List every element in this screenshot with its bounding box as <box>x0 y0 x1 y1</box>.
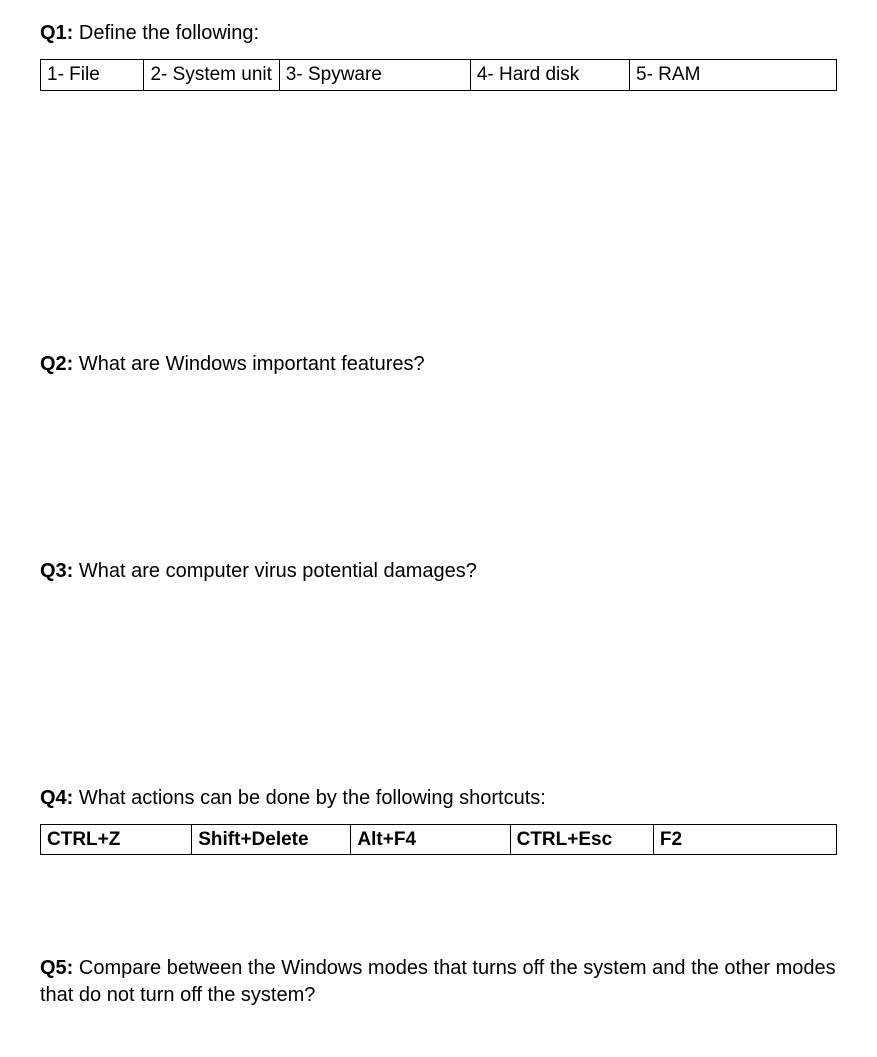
question-4: Q4: What actions can be done by the foll… <box>40 785 837 856</box>
shortcut-cell: Shift+Delete <box>192 824 351 855</box>
term-cell: 1- File <box>41 60 144 91</box>
question-5-prompt: Q5: Compare between the Windows modes th… <box>40 955 837 1009</box>
question-1-terms-table: 1- File 2- System unit 3- Spyware 4- Har… <box>40 59 837 91</box>
shortcut-cell: Alt+F4 <box>351 824 510 855</box>
question-5-text: Compare between the Windows modes that t… <box>40 957 836 1006</box>
term-cell: 2- System unit <box>144 60 279 91</box>
question-5: Q5: Compare between the Windows modes th… <box>40 955 837 1009</box>
question-4-shortcuts-table: CTRL+Z Shift+Delete Alt+F4 CTRL+Esc F2 <box>40 824 837 856</box>
question-3-text: What are computer virus potential damage… <box>73 560 477 582</box>
table-row: 1- File 2- System unit 3- Spyware 4- Har… <box>41 60 837 91</box>
question-5-label: Q5: <box>40 957 73 979</box>
term-cell: 3- Spyware <box>279 60 470 91</box>
question-3: Q3: What are computer virus potential da… <box>40 558 837 585</box>
shortcut-cell: CTRL+Esc <box>510 824 653 855</box>
question-3-label: Q3: <box>40 560 73 582</box>
question-1-prompt: Q1: Define the following: <box>40 20 837 47</box>
question-2-prompt: Q2: What are Windows important features? <box>40 351 837 378</box>
question-4-prompt: Q4: What actions can be done by the foll… <box>40 785 837 812</box>
table-row: CTRL+Z Shift+Delete Alt+F4 CTRL+Esc F2 <box>41 824 837 855</box>
question-3-prompt: Q3: What are computer virus potential da… <box>40 558 837 585</box>
shortcut-cell: F2 <box>653 824 836 855</box>
question-2: Q2: What are Windows important features? <box>40 351 837 378</box>
question-1-text: Define the following: <box>73 22 259 44</box>
question-2-text: What are Windows important features? <box>73 353 424 375</box>
question-2-label: Q2: <box>40 353 73 375</box>
question-4-label: Q4: <box>40 787 73 809</box>
question-1: Q1: Define the following: 1- File 2- Sys… <box>40 20 837 91</box>
term-cell: 4- Hard disk <box>470 60 629 91</box>
question-1-label: Q1: <box>40 22 73 44</box>
shortcut-cell: CTRL+Z <box>41 824 192 855</box>
term-cell: 5- RAM <box>630 60 837 91</box>
question-4-text: What actions can be done by the followin… <box>73 787 546 809</box>
